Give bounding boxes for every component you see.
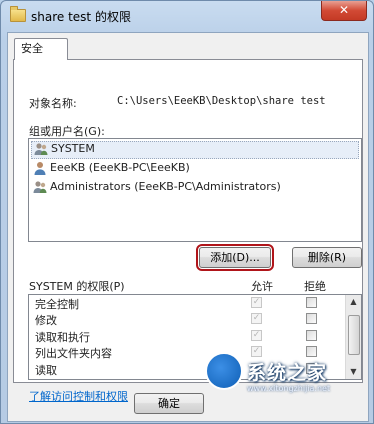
permission-row: 完全控制 ✓ [29,295,361,311]
users-group-icon [34,143,48,155]
permission-row: 修改 ✓ [29,311,361,327]
list-item-administrators[interactable]: Administrators (EeeKB-PC\Administrators) [29,178,361,197]
watermark-url: www.xitongzhijia.net [247,384,331,393]
permission-name: 修改 [35,314,57,328]
permission-name: 读取和执行 [35,330,90,344]
site-watermark: 系统之家 www.xitongzhijia.net [205,346,372,396]
watermark-logo-icon [205,352,243,390]
users-list[interactable]: SYSTEM EeeKB (EeeKB-PC\EeeKB) Administra… [28,138,362,242]
remove-button[interactable]: 删除(R) [292,247,362,268]
deny-column-header: 拒绝 [304,280,326,293]
list-item-system[interactable]: SYSTEM [31,141,359,159]
permission-name: 读取 [35,363,57,377]
object-name-value: C:\Users\EeeKB\Desktop\share test [117,95,326,107]
permission-row: 读取和执行 ✓ [29,328,361,344]
list-item-eeekb[interactable]: EeeKB (EeeKB-PC\EeeKB) [29,159,361,178]
deny-checkbox[interactable] [306,329,317,341]
watermark-text: 系统之家 [247,362,328,384]
permission-name: 列出文件夹内容 [35,347,112,361]
learn-access-control-link[interactable]: 了解访问控制和权限 [29,388,128,404]
tab-security[interactable]: 安全 [14,38,68,60]
user-name: SYSTEM [51,142,95,155]
object-name-label: 对象名称: [29,97,77,110]
close-button[interactable]: ✕ [321,1,367,21]
title-bar[interactable]: share test 的权限 ✕ [1,1,373,31]
permission-name: 完全控制 [35,298,79,311]
user-name: EeeKB (EeeKB-PC\EeeKB) [50,161,190,174]
allow-column-header: 允许 [251,280,273,293]
folder-icon [10,6,26,22]
security-tab-panel: 对象名称: C:\Users\EeeKB\Desktop\share test … [13,59,363,403]
user-icon [34,162,46,175]
deny-checkbox[interactable] [306,297,317,308]
ok-button[interactable]: 确定 [134,393,204,414]
permissions-label: SYSTEM 的权限(P) [29,280,125,293]
add-button[interactable]: 添加(D)... [196,244,274,271]
window-title: share test 的权限 [31,10,131,24]
user-name: Administrators (EeeKB-PC\Administrators) [50,180,281,193]
scroll-up-icon[interactable]: ▲ [346,295,361,309]
allow-checkbox: ✓ [251,297,262,308]
group-or-user-label: 组或用户名(G): [29,125,105,138]
allow-checkbox: ✓ [251,313,262,325]
allow-checkbox: ✓ [251,329,262,341]
deny-checkbox[interactable] [306,313,317,325]
users-group-icon [33,181,47,193]
